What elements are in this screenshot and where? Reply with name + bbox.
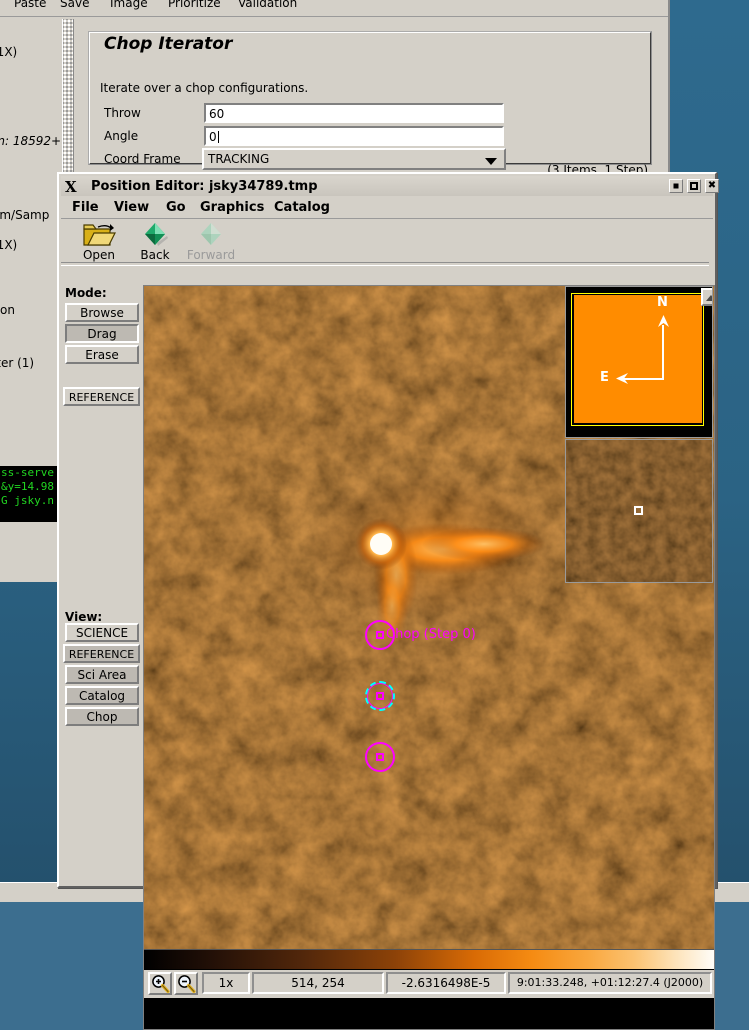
- zoom-in-icon: [152, 975, 170, 994]
- menu-catalog[interactable]: Catalog: [269, 199, 335, 216]
- forward-arrow-icon: [201, 223, 221, 245]
- mode-button-browse[interactable]: Browse: [65, 303, 139, 322]
- background-left-strip-lower: [0, 522, 57, 582]
- view-button-reference[interactable]: REFERENCE: [63, 644, 140, 663]
- coord-frame-value: TRACKING: [208, 152, 270, 166]
- menu-view[interactable]: View: [109, 199, 154, 216]
- menu-go[interactable]: Go: [161, 199, 191, 216]
- zoom-out-button[interactable]: [174, 972, 198, 995]
- bg-menu-validation[interactable]: Validation: [238, 0, 297, 10]
- open-folder-icon: [83, 224, 116, 246]
- window-title: Position Editor: jsky34789.tmp: [91, 179, 318, 194]
- chop-marker-1-center[interactable]: [376, 692, 384, 700]
- bg-frag-ster: ster (1): [0, 356, 35, 370]
- toolbar: Open Back Forward: [63, 219, 711, 262]
- scroll-up-button[interactable]: [701, 288, 712, 306]
- chop-iterator-description: Iterate over a chop configurations.: [100, 81, 309, 95]
- wcs-coords-field: 9:01:33.248, +01:12:27.4 (J2000): [508, 972, 712, 994]
- angle-input[interactable]: 0: [204, 126, 504, 146]
- text-caret: [217, 131, 219, 143]
- bg-menu-paste[interactable]: Paste: [14, 0, 46, 10]
- chop-step-label: Chop (Step 0): [386, 627, 476, 642]
- left-control-column: Mode: Browse Drag Erase REFERENCE View: …: [62, 286, 142, 876]
- pixel-coords-field: 514, 254: [252, 972, 384, 994]
- forward-button-label: Forward: [186, 248, 236, 262]
- forward-button: Forward: [183, 221, 239, 262]
- zoom-out-icon: [178, 975, 196, 994]
- mode-button-erase[interactable]: Erase: [65, 345, 139, 364]
- coord-frame-label: Coord Frame: [104, 152, 181, 166]
- throw-label: Throw: [104, 106, 141, 120]
- mode-button-drag[interactable]: Drag: [65, 324, 139, 343]
- terminal-line-1: ss-serve: [1, 466, 54, 479]
- close-button[interactable]: ✖: [705, 179, 719, 193]
- window-titlebar[interactable]: X Position Editor: jsky34789.tmp ✖: [61, 176, 719, 197]
- magnifier-crosshair: [634, 506, 643, 515]
- compass-north-label: N: [657, 295, 668, 310]
- chop-marker-2-center[interactable]: [376, 753, 384, 761]
- coord-frame-select[interactable]: TRACKING: [202, 148, 506, 170]
- menu-graphics[interactable]: Graphics: [195, 199, 269, 216]
- zoom-in-button[interactable]: [148, 972, 172, 995]
- terminal-window: ss-serve &y=14.98 G jsky.n: [0, 466, 57, 522]
- view-button-sci-area[interactable]: Sci Area: [65, 665, 139, 684]
- bg-tree-item-observation: tion: 18592+: [0, 134, 62, 148]
- view-label: View:: [65, 610, 103, 624]
- view-button-catalog[interactable]: Catalog: [65, 686, 139, 705]
- terminal-line-3: G jsky.n: [1, 494, 54, 507]
- background-left-strip: om/Samp (1X) tion ster (1): [0, 176, 58, 466]
- target-button-reference[interactable]: REFERENCE: [63, 387, 140, 406]
- bg-frag-tion: tion: [0, 303, 15, 317]
- compass-east-arrowhead: [616, 373, 628, 384]
- bg-frag-om-samp: om/Samp: [0, 208, 50, 222]
- bg-menu-image[interactable]: Image: [110, 0, 148, 10]
- toolbar-divider: [61, 262, 709, 266]
- bg-menu-save[interactable]: Save: [60, 0, 89, 10]
- background-app-window: Paste Save Image Prioritize Validation (…: [0, 0, 670, 176]
- x-window-icon: X: [65, 178, 77, 196]
- image-status-bar: 1x 514, 254 -2.6316498E-5 9:01:33.248, +…: [144, 970, 714, 998]
- bg-menu-prioritize[interactable]: Prioritize: [168, 0, 221, 10]
- back-button[interactable]: Back: [127, 221, 183, 262]
- split-pane-divider[interactable]: [62, 19, 74, 176]
- maximize-button[interactable]: [687, 179, 701, 193]
- terminal-line-2: &y=14.98: [1, 480, 54, 493]
- pixel-value-field: -2.6316498E-5: [386, 972, 506, 994]
- background-menubar[interactable]: Paste Save Image Prioritize Validation: [0, 0, 668, 17]
- open-button[interactable]: Open: [71, 221, 127, 262]
- menubar: File View Go Graphics Catalog: [61, 196, 713, 219]
- angle-label: Angle: [104, 129, 139, 143]
- view-button-science[interactable]: SCIENCE: [65, 623, 139, 642]
- back-arrow-icon: [145, 223, 168, 246]
- left-column-filler: [62, 880, 140, 884]
- panner-magnifier-column: N E: [565, 286, 713, 705]
- chop-iterator-title: Chop Iterator: [98, 34, 239, 54]
- mode-label: Mode:: [65, 286, 107, 300]
- colorbar[interactable]: [144, 949, 714, 969]
- open-button-label: Open: [82, 248, 116, 262]
- compass-north-arrowhead: [658, 315, 669, 327]
- bg-frag-1x-b: (1X): [0, 238, 18, 252]
- menu-file[interactable]: File: [67, 199, 104, 216]
- minimize-button[interactable]: [669, 179, 683, 193]
- panner-panel[interactable]: N E: [565, 286, 713, 438]
- position-editor-window: X Position Editor: jsky34789.tmp ✖ File …: [57, 172, 719, 1030]
- background-left-tree-pane[interactable]: (1X) tion: 18592+: [0, 19, 63, 176]
- magnifier-panel[interactable]: [565, 439, 713, 583]
- chevron-down-icon: [485, 158, 497, 165]
- view-button-chop[interactable]: Chop: [65, 707, 139, 726]
- chop-iterator-panel: Chop Iterator Iterate over a chop config…: [74, 19, 666, 176]
- image-display-frame: Chop (Step 0) 1x 514, 254 -2.6316498E-5 …: [143, 285, 715, 1030]
- back-button-label: Back: [140, 248, 170, 262]
- compass-east-label: E: [600, 370, 609, 385]
- throw-input[interactable]: 60: [204, 103, 504, 123]
- bg-tree-item-1x-a: (1X): [0, 45, 18, 59]
- zoom-level-field[interactable]: 1x: [202, 972, 250, 994]
- panner-viewport-rect[interactable]: [571, 293, 704, 426]
- chop-marker-0-center[interactable]: [376, 631, 384, 639]
- triangle-up-icon: [706, 295, 712, 301]
- compass-north-line: [662, 325, 664, 380]
